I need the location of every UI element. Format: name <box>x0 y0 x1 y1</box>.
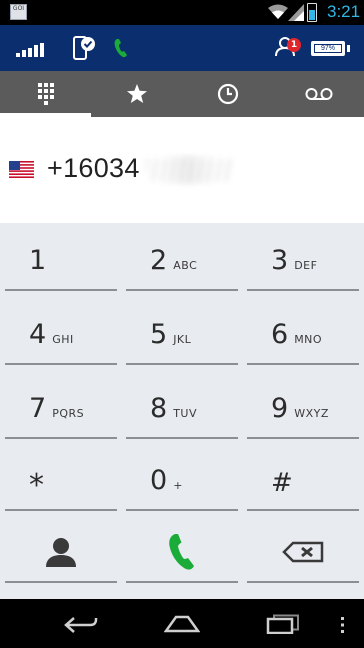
voicemail-icon <box>305 88 332 100</box>
account-battery-percent: 97% <box>314 44 342 53</box>
home-icon[interactable] <box>164 615 200 633</box>
key-digit: 6 <box>271 318 289 350</box>
key-digit: # <box>271 468 293 498</box>
star-icon <box>126 84 147 103</box>
wifi-icon <box>268 4 288 19</box>
key-letters: WXYZ <box>294 406 329 420</box>
backspace-icon <box>282 541 324 563</box>
key-divider <box>126 289 238 291</box>
key-divider <box>5 289 117 291</box>
menu-overflow-icon[interactable] <box>340 616 346 634</box>
app-header: 1 97% <box>0 25 364 71</box>
key-divider <box>5 437 117 439</box>
key-letters: MNO <box>294 332 323 346</box>
notification-app-icon-label: GOI <box>12 5 25 12</box>
key-hash[interactable]: # <box>247 445 359 515</box>
account-battery-indicator: 97% <box>311 41 345 56</box>
key-digit: 8 <box>150 392 168 424</box>
key-letters: GHI <box>52 332 74 346</box>
key-0[interactable]: 0 + <box>126 445 238 515</box>
key-digit: 2 <box>150 244 168 276</box>
dialpad-icon <box>37 83 54 105</box>
tab-recents[interactable] <box>182 71 273 117</box>
key-3[interactable]: 3 DEF <box>247 225 359 295</box>
signal-strength-icon <box>16 43 44 57</box>
key-7[interactable]: 7 PQRS <box>5 373 117 443</box>
key-divider <box>126 509 238 511</box>
key-digit: 4 <box>29 318 47 350</box>
key-digit: * <box>29 467 44 503</box>
key-divider <box>247 289 359 291</box>
key-divider <box>5 581 117 583</box>
tab-dialpad[interactable] <box>0 71 91 117</box>
key-digit: 7 <box>29 392 47 424</box>
contact-icon <box>46 538 76 567</box>
key-divider <box>247 581 359 583</box>
key-letters: TUV <box>173 406 197 420</box>
recent-apps-icon[interactable] <box>266 614 300 634</box>
key-letters: + <box>173 478 183 492</box>
key-divider <box>5 363 117 365</box>
key-2[interactable]: 2 ABC <box>126 225 238 295</box>
clock-icon <box>217 83 238 105</box>
us-flag-icon[interactable] <box>9 161 34 178</box>
call-icon <box>169 534 194 570</box>
key-letters: JKL <box>173 332 192 346</box>
account-battery-tip <box>347 45 350 52</box>
key-digit: 3 <box>271 244 289 276</box>
key-8[interactable]: 8 TUV <box>126 373 238 443</box>
key-divider <box>247 363 359 365</box>
key-divider <box>5 509 117 511</box>
backspace-button[interactable] <box>247 517 359 587</box>
key-divider <box>126 581 238 583</box>
key-letters: DEF <box>294 258 318 272</box>
system-navigation-bar <box>0 599 364 648</box>
redacted-digits-strokes <box>146 159 232 181</box>
key-divider <box>126 363 238 365</box>
keypad: 1 2 ABC 3 DEF 4 GHI 5 JKL 6 MNO 7 PQRS 8… <box>0 223 364 599</box>
key-4[interactable]: 4 GHI <box>5 299 117 369</box>
notification-app-icon: GOI <box>10 4 27 20</box>
key-divider <box>247 437 359 439</box>
cell-signal-icon <box>288 4 304 21</box>
back-icon[interactable] <box>64 616 98 634</box>
dialed-number[interactable]: +16034 <box>47 153 140 184</box>
status-bar: GOI 3:21 <box>0 0 364 25</box>
battery-icon <box>307 3 317 22</box>
key-divider <box>247 509 359 511</box>
key-digit: 9 <box>271 392 289 424</box>
key-digit: 0 <box>150 464 168 496</box>
call-status-icon[interactable] <box>114 38 128 58</box>
dialed-number-area: +16034 <box>0 117 364 223</box>
key-divider <box>126 437 238 439</box>
contacts-notification-badge: 1 <box>287 38 301 52</box>
contacts-button[interactable] <box>5 517 117 587</box>
key-9[interactable]: 9 WXYZ <box>247 373 359 443</box>
tab-bar <box>0 71 364 117</box>
tab-voicemail[interactable] <box>273 71 364 117</box>
key-digit: 1 <box>29 244 47 276</box>
key-6[interactable]: 6 MNO <box>247 299 359 369</box>
registered-device-icon[interactable] <box>72 35 96 61</box>
key-1[interactable]: 1 <box>5 225 117 295</box>
key-digit: 5 <box>150 318 168 350</box>
key-5[interactable]: 5 JKL <box>126 299 238 369</box>
clock-time: 3:21 <box>327 2 361 21</box>
tab-favorites[interactable] <box>91 71 182 117</box>
key-letters: ABC <box>173 258 198 272</box>
key-letters: PQRS <box>52 406 85 420</box>
key-star[interactable]: * <box>5 445 117 515</box>
call-button[interactable] <box>126 517 238 587</box>
